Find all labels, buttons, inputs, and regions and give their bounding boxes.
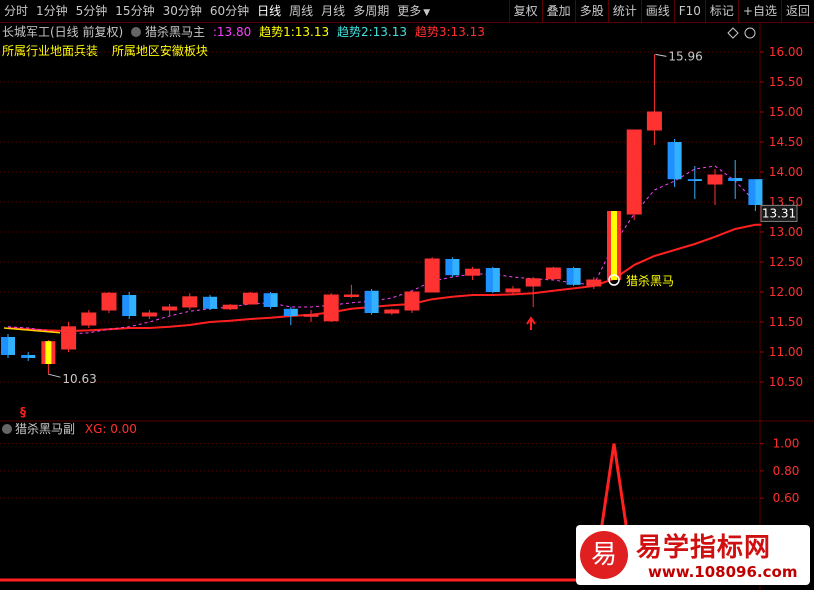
candle-body bbox=[303, 314, 319, 317]
candle-shade bbox=[674, 142, 682, 180]
candle-shade bbox=[28, 355, 36, 358]
candle-body bbox=[242, 292, 258, 305]
axis-label: 14.50 bbox=[769, 135, 803, 149]
sub-axis-label: 0.80 bbox=[773, 464, 800, 478]
high-label: 15.96 bbox=[668, 49, 702, 63]
signal-label: 猎杀黑马 bbox=[626, 273, 674, 288]
settings-circle-icon bbox=[744, 27, 756, 39]
signal-bar bbox=[611, 211, 617, 280]
candle-shade bbox=[694, 179, 702, 181]
watermark-logo: 易 易学指标网 www.108096.com bbox=[576, 525, 810, 585]
candle-shade bbox=[129, 295, 137, 316]
candle-body bbox=[222, 304, 238, 310]
candle-body bbox=[404, 291, 420, 311]
candle-shade bbox=[573, 268, 581, 285]
low-pointer bbox=[48, 373, 61, 378]
axis-label: 12.50 bbox=[769, 255, 803, 269]
axis-label: 14.00 bbox=[769, 165, 803, 179]
candle-shade bbox=[492, 268, 500, 292]
candle-body bbox=[101, 292, 117, 311]
logo-title: 易学指标网 bbox=[636, 533, 772, 563]
candle-body bbox=[343, 294, 359, 297]
logo-icon: 易 bbox=[580, 531, 628, 579]
candle-body bbox=[323, 294, 339, 322]
candle-shade bbox=[755, 179, 763, 205]
trend-dashed-line bbox=[7, 165, 756, 335]
sub-axis-label: 0.60 bbox=[773, 491, 800, 505]
candle-body bbox=[141, 312, 157, 317]
candle-body bbox=[162, 306, 178, 311]
candle-body bbox=[586, 279, 602, 287]
kline-chart[interactable]: 16.0015.5015.0014.5014.0013.5013.0012.50… bbox=[0, 0, 814, 590]
axis-label: 11.00 bbox=[769, 345, 803, 359]
axis-label: 12.00 bbox=[769, 285, 803, 299]
low-label: 10.63 bbox=[62, 372, 96, 386]
candle-body bbox=[61, 326, 77, 350]
axis-label: 11.50 bbox=[769, 315, 803, 329]
diamond-icon bbox=[727, 27, 739, 39]
axis-label: 15.00 bbox=[769, 105, 803, 119]
candle-shade bbox=[735, 178, 743, 181]
sub-axis-label: 1.00 bbox=[773, 437, 800, 451]
axis-label: 15.50 bbox=[769, 75, 803, 89]
candle-shade bbox=[452, 259, 460, 276]
candle-body bbox=[424, 258, 440, 293]
candle-body bbox=[81, 312, 97, 326]
candle-body bbox=[525, 278, 541, 287]
candle-shade bbox=[290, 308, 298, 316]
current-price-label: 13.31 bbox=[762, 206, 796, 220]
candle-body bbox=[465, 268, 481, 276]
buy-arrow-icon bbox=[526, 316, 536, 330]
candle-body bbox=[505, 288, 521, 293]
candle-body bbox=[182, 296, 198, 308]
candle-body bbox=[626, 129, 642, 215]
candle-body bbox=[646, 111, 662, 131]
candle-shade bbox=[371, 290, 379, 313]
high-pointer bbox=[655, 53, 667, 57]
candle-shade bbox=[8, 337, 15, 355]
candle-shade bbox=[210, 296, 217, 309]
logo-url: www.108096.com bbox=[648, 563, 798, 581]
candle-shade bbox=[270, 293, 278, 307]
axis-label: 13.00 bbox=[769, 225, 803, 239]
candle-body bbox=[707, 174, 723, 185]
signal-bar bbox=[45, 341, 52, 364]
candle-body bbox=[384, 309, 400, 314]
section-marker: § bbox=[20, 405, 26, 419]
candle-body bbox=[545, 267, 561, 280]
axis-label: 10.50 bbox=[769, 375, 803, 389]
axis-label: 16.00 bbox=[769, 45, 803, 59]
